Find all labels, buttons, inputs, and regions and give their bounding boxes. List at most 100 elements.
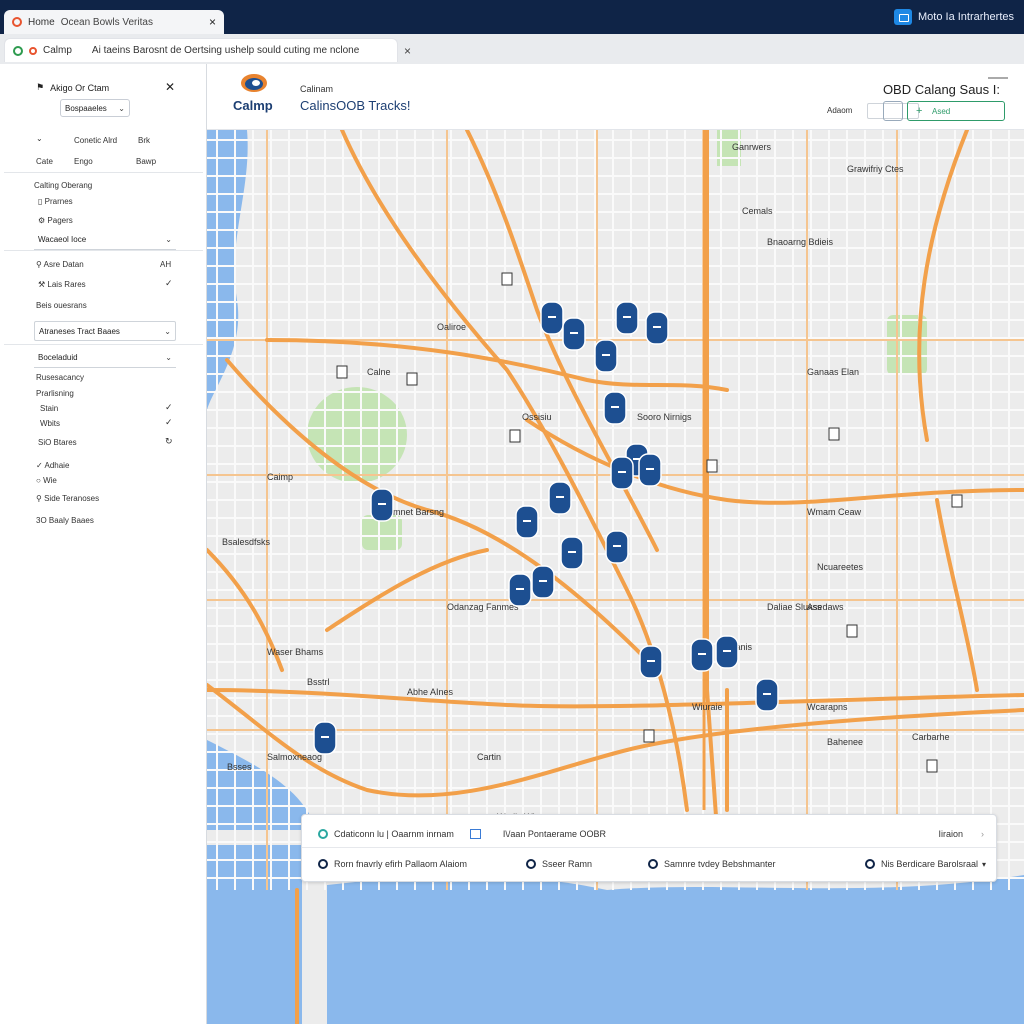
vehicle-marker-detail [570, 332, 578, 334]
company-name: Calinam [300, 84, 334, 94]
wacaeol-field[interactable]: Wacaeol Ioce ⌄ [34, 230, 176, 250]
location-icon[interactable] [883, 101, 903, 121]
refresh-icon[interactable]: ↻ [165, 436, 173, 447]
map-canvas[interactable]: Ganrwers Grawifriy Ctes Cemals Bnaoarng Bdi… [207, 130, 1024, 1024]
panel-status-text: Cdaticonn lu | Oaarnm inrnam [334, 829, 454, 839]
panel-item-4[interactable]: Nis Berdicare Barolsraal ▾ [864, 859, 986, 869]
tab2-title: Ai taeins Barosnt de Oertsing ushelp sou… [91, 45, 360, 56]
radio-icon: ○ [36, 476, 41, 485]
left-sidebar: ⚑ Akigo Or Ctam ✕ Bospaaeles ⌄ ⌄ Conetic… [0, 64, 207, 1024]
app-title: CalinsOOB Tracks! [300, 98, 411, 113]
close-icon[interactable]: ✕ [165, 80, 175, 94]
lais-rares-row[interactable]: ⚒ Lais Rares [38, 280, 86, 289]
map-label: Asedaws [807, 602, 844, 612]
panel-item-1[interactable]: Rorn fnavrly efirh Pallaom Alaiom [318, 859, 526, 869]
gauge-icon [864, 859, 875, 869]
app-header: Calmp Calinam CalinsOOB Tracks! OBD Cala… [207, 64, 1024, 130]
water-south [327, 875, 607, 1024]
tab-favicon-icon [13, 45, 23, 56]
prarlisning-row: Prarlisning [36, 389, 74, 398]
check-icon[interactable]: ✓ [165, 278, 173, 289]
close-tab-icon[interactable]: × [404, 44, 411, 58]
browser-tab-active[interactable]: Calmp Ai taeins Barosnt de Oertsing ushe… [4, 38, 398, 62]
adhaie-row[interactable]: ✓ Adhaie [36, 461, 69, 470]
vehicle-marker-detail [516, 588, 524, 590]
vehicle-marker-detail [548, 316, 556, 318]
panel-item-label: Samnre tvdey Bebshmanter [664, 859, 776, 869]
map-label: Ganrwers [732, 142, 772, 152]
map-label: Wcarapns [807, 702, 848, 712]
flag-icon: ⚑ [36, 82, 45, 92]
divider [4, 172, 203, 173]
pin-icon: ⚲ [36, 260, 42, 269]
stain-row: Stain [40, 404, 59, 413]
map-label: Ossisiu [522, 412, 552, 422]
sidebar-item-prarnes[interactable]: ▯ Prarnes [38, 197, 73, 206]
poi-icon[interactable] [828, 427, 840, 441]
chevron-down-icon: ⌄ [165, 353, 172, 362]
poi-icon[interactable] [406, 372, 418, 386]
map-view[interactable]: Ganrwers Grawifriy Ctes Cemals Bnaoarng Bdi… [207, 130, 1024, 1024]
chevron-down-icon: ⌄ [118, 103, 125, 113]
poi-icon[interactable] [846, 624, 858, 638]
poi-icon[interactable] [706, 459, 718, 473]
field-label: Atraneses Tract Baaes [39, 326, 120, 336]
vehicle-marker-detail [378, 503, 386, 505]
map-label: Grawifriy Ctes [847, 164, 904, 174]
os-title-area: Moto Ia Intrarhertes [894, 9, 1014, 25]
add-button[interactable]: Ased [907, 101, 1005, 121]
map-label: Bsstrl [307, 677, 330, 687]
panel-right-text[interactable]: Iiraion [938, 829, 963, 839]
poi-icon[interactable] [951, 494, 963, 508]
poi-icon[interactable] [336, 365, 348, 379]
divider [4, 344, 203, 345]
bocladuid-field[interactable]: Boceladuid ⌄ [34, 348, 176, 368]
sidebar-item-pagers[interactable]: ⚙ Pagers [38, 216, 73, 225]
side-teranos-row[interactable]: ⚲ Side Teranoses [36, 494, 99, 503]
sidebar-row-company: Conetic Alrd [74, 136, 118, 145]
divider [302, 847, 996, 848]
wie-row[interactable]: ○ Wie [36, 476, 57, 485]
poi-icon[interactable] [926, 759, 938, 773]
status-panel: Cdaticonn lu | Oaarnm inrnam I\/aan Pont… [301, 814, 997, 882]
sidebar-item-label: Pagers [47, 216, 73, 225]
check-icon[interactable]: ✓ [165, 402, 173, 413]
check-icon: ✓ [36, 461, 43, 470]
map-label: Sooro Nirnigs [637, 412, 692, 422]
field-label: Wie [43, 476, 57, 485]
field-label: Wacaeol Ioce [38, 235, 87, 244]
tab1-label: Home [28, 16, 55, 28]
sidebar-row-bawp: Bawp [136, 157, 157, 166]
status-icon [318, 829, 328, 839]
panel-status-cell: Cdaticonn lu | Oaarnm inrnam [318, 829, 454, 839]
od-baaly-row: 3O Baaly Baaes [36, 516, 94, 525]
map-label: Wiuraie [692, 702, 723, 712]
gear-icon: ⚙ [38, 216, 46, 225]
check-icon[interactable]: ✓ [165, 417, 173, 428]
chevron-down-icon[interactable]: ⌄ [36, 134, 43, 143]
sidebar-row-engo: Engo [74, 157, 93, 166]
poi-icon[interactable] [643, 729, 655, 743]
panel-item-label: Rorn fnavrly efirh Pallaom Alaiom [334, 859, 468, 869]
sidebar-select[interactable]: Bospaaeles ⌄ [60, 99, 130, 117]
atranes-field[interactable]: Atraneses Tract Baaes ⌄ [34, 321, 176, 341]
asre-datan-row[interactable]: ⚲ Asre Datan [36, 260, 84, 269]
panel-item-2[interactable]: Sseer Ramn [526, 859, 648, 869]
panel-item-3[interactable]: Samnre tvdey Bebshmanter [648, 859, 862, 869]
panel-item-label: Nis Berdicare Barolsraal [880, 859, 978, 869]
monitor-icon[interactable] [469, 829, 481, 839]
vehicle-marker-detail [523, 520, 531, 522]
browser-tab-home[interactable]: Home Ocean Bowls Veritas × [4, 10, 224, 34]
poi-icon[interactable] [501, 272, 513, 286]
app-window-icon [894, 9, 912, 25]
map-label: Bahenee [827, 737, 863, 747]
field-label: Side Teranoses [44, 494, 100, 503]
poi-icon[interactable] [509, 429, 521, 443]
company-logo [241, 74, 267, 92]
chevron-right-icon[interactable]: › [981, 829, 984, 839]
close-tab-icon[interactable]: × [209, 15, 216, 29]
wrench-icon: ⚒ [38, 280, 46, 289]
os-title: Moto Ia Intrarhertes [918, 11, 1014, 23]
vehicle-marker-detail [646, 468, 654, 470]
water-west [207, 845, 302, 1024]
